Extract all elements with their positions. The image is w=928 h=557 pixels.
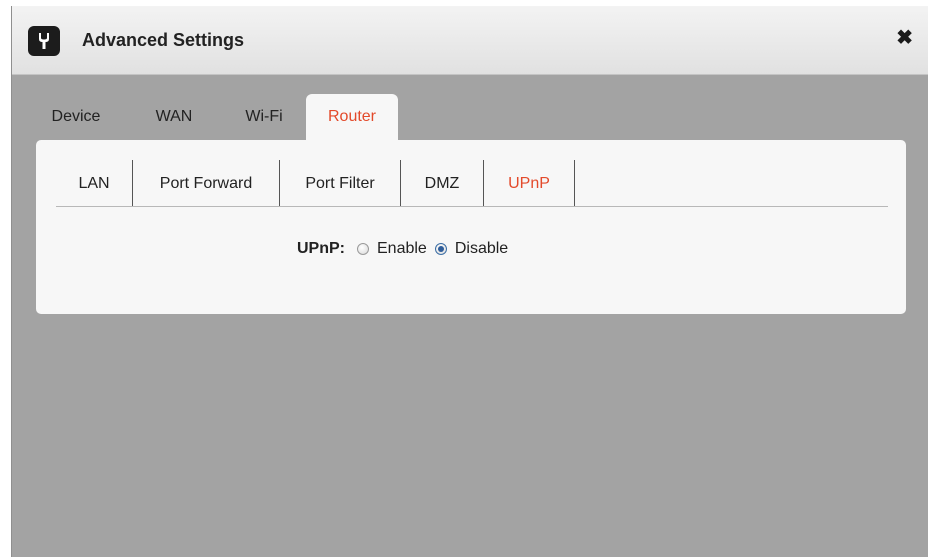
tab-device[interactable]: Device	[38, 94, 114, 142]
dialog-title: Advanced Settings	[82, 30, 245, 50]
router-subtabs: LAN Port Forward Port Filter DMZ UPnP	[56, 160, 888, 207]
tab-wifi[interactable]: Wi-Fi	[237, 94, 291, 142]
upnp-label: UPnP:	[297, 240, 345, 257]
subtab-port-forward[interactable]: Port Forward	[133, 160, 280, 206]
close-icon[interactable]: ✖	[896, 28, 913, 48]
tab-wan[interactable]: WAN	[148, 94, 200, 142]
subtab-lan[interactable]: LAN	[56, 160, 133, 206]
upnp-enable-label[interactable]: Enable	[377, 240, 427, 258]
wrench-icon	[28, 26, 60, 56]
tab-router[interactable]: Router	[306, 94, 398, 142]
subtab-port-filter[interactable]: Port Filter	[280, 160, 401, 206]
upnp-disable-radio[interactable]	[434, 243, 447, 255]
upnp-setting-row: UPnP: Enable Disable	[297, 238, 516, 260]
dialog-titlebar: Advanced Settings ✖	[12, 6, 928, 75]
advanced-settings-dialog: Advanced Settings ✖ Device WAN Wi-Fi Rou…	[11, 6, 928, 557]
radio-selected-dot	[437, 246, 444, 252]
subtab-dmz[interactable]: DMZ	[401, 160, 484, 206]
upnp-enable-radio[interactable]	[357, 243, 369, 255]
router-panel: LAN Port Forward Port Filter DMZ UPnP UP…	[36, 140, 906, 314]
subtab-upnp[interactable]: UPnP	[484, 160, 575, 206]
upnp-disable-label[interactable]: Disable	[455, 240, 508, 258]
